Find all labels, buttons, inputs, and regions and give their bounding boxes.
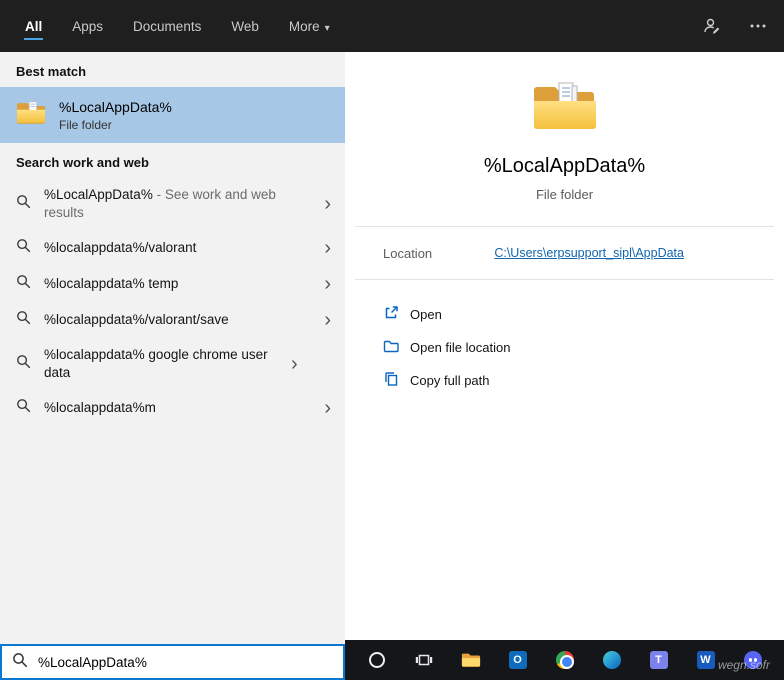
search-icon	[16, 354, 31, 374]
more-options-icon[interactable]	[748, 16, 768, 36]
search-icon	[16, 310, 31, 330]
location-link[interactable]: C:\Users\erpsupport_sipl\AppData	[494, 246, 684, 260]
action-label: Open file location	[410, 340, 511, 355]
preview-title: %LocalAppData%	[483, 155, 646, 177]
search-icon	[12, 652, 28, 673]
teams-icon[interactable]: T	[644, 645, 674, 675]
copy-icon	[383, 371, 399, 390]
tab-apps[interactable]: Apps	[71, 13, 104, 40]
result-preview-panel: %LocalAppData% File folder Location C:\U…	[345, 52, 784, 640]
suggestion-row[interactable]: %localappdata%/valorant ›	[0, 230, 345, 266]
search-header-bar: All Apps Documents Web More ▾	[0, 0, 784, 52]
folder-location-icon	[383, 338, 399, 357]
search-web-header: Search work and web	[16, 155, 149, 170]
action-copy-full-path[interactable]: Copy full path	[383, 364, 784, 397]
cortana-icon[interactable]	[362, 645, 392, 675]
chevron-right-icon[interactable]: ›	[320, 310, 335, 330]
preview-head: %LocalAppData% File folder	[345, 52, 784, 202]
action-label: Open	[410, 307, 442, 322]
suggestion-row[interactable]: %localappdata%/valorant/save ›	[0, 302, 345, 338]
task-view-icon[interactable]	[409, 645, 439, 675]
edge-icon[interactable]	[597, 645, 627, 675]
suggestion-row[interactable]: %localappdata%m ›	[0, 390, 345, 426]
suggestion-row[interactable]: %localappdata% temp ›	[0, 266, 345, 302]
windows-taskbar: O T W	[345, 640, 784, 680]
preview-subtitle: File folder	[535, 187, 594, 202]
word-icon[interactable]: W	[691, 645, 721, 675]
suggestion-text: %localappdata%m	[44, 400, 156, 415]
search-input[interactable]	[38, 654, 333, 670]
best-match-result[interactable]: %LocalAppData% File folder	[0, 87, 345, 143]
folder-icon-large	[532, 82, 598, 138]
chevron-right-icon[interactable]: ›	[320, 238, 335, 258]
suggestion-text: %localappdata% google chrome user data	[44, 347, 268, 380]
action-open-file-location[interactable]: Open file location	[383, 331, 784, 364]
chevron-right-icon[interactable]: ›	[320, 398, 335, 418]
taskbar-search-box	[0, 644, 345, 680]
suggestion-row[interactable]: %LocalAppData% - See work and web result…	[0, 178, 345, 230]
search-icon	[16, 194, 31, 214]
outlook-icon[interactable]: O	[503, 645, 533, 675]
best-match-subtitle: File folder	[59, 117, 112, 132]
suggestion-text: %LocalAppData% - See work and web result…	[44, 187, 276, 220]
tab-documents[interactable]: Documents	[132, 13, 202, 40]
best-match-title: %LocalAppData%	[59, 98, 172, 115]
action-label: Copy full path	[410, 373, 490, 388]
file-explorer-icon[interactable]	[456, 645, 486, 675]
action-open[interactable]: Open	[383, 298, 784, 331]
tab-web[interactable]: Web	[230, 13, 260, 40]
chrome-icon[interactable]	[550, 645, 580, 675]
search-icon	[16, 238, 31, 258]
discord-icon[interactable]	[738, 645, 768, 675]
suggestion-text: %localappdata%/valorant/save	[44, 312, 229, 327]
location-label: Location	[383, 245, 433, 261]
search-results-panel: Best match %LocalAppData% File folder Se…	[0, 52, 345, 680]
chevron-right-icon[interactable]: ›	[287, 354, 302, 374]
tab-more[interactable]: More ▾	[288, 13, 331, 40]
location-row: Location C:\Users\erpsupport_sipl\AppDat…	[345, 227, 784, 279]
suggestion-row[interactable]: %localappdata% google chrome user data ›	[0, 338, 345, 390]
search-icon	[16, 274, 31, 294]
chevron-right-icon[interactable]: ›	[320, 274, 335, 294]
open-icon	[383, 305, 399, 324]
search-icon	[16, 398, 31, 418]
folder-icon	[16, 100, 46, 131]
chevron-down-icon: ▾	[324, 22, 330, 34]
topbar-actions	[702, 0, 768, 52]
tab-all[interactable]: All	[24, 13, 44, 40]
suggestion-text: %localappdata% temp	[44, 276, 179, 291]
context-actions: Open Open file location Copy full path	[345, 280, 784, 397]
chevron-right-icon[interactable]: ›	[320, 194, 335, 214]
feedback-icon[interactable]	[702, 16, 722, 36]
best-match-header: Best match	[16, 64, 87, 79]
suggestion-text: %localappdata%/valorant	[44, 240, 197, 255]
